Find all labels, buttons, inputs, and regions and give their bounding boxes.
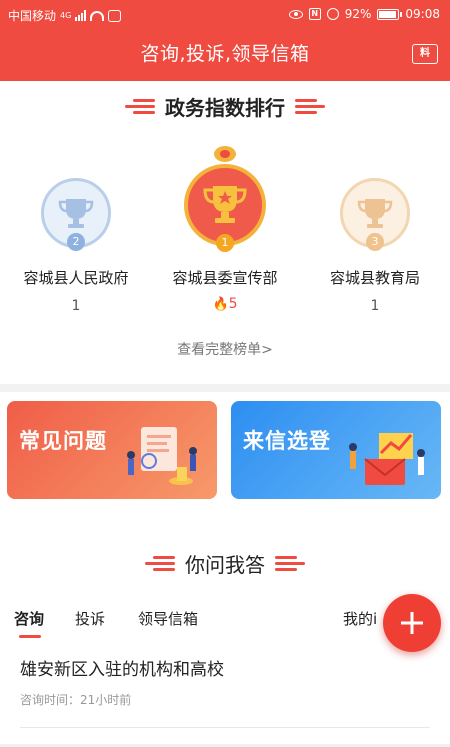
rank-name: 容城县人民政府 xyxy=(23,269,129,287)
flame-icon: 🔥 xyxy=(212,297,229,312)
qa-title: 你问我答 xyxy=(185,553,265,577)
view-full-ranking-link[interactable]: 查看完整榜单> xyxy=(0,339,450,359)
add-question-button[interactable] xyxy=(383,594,441,652)
faq-illustration-icon xyxy=(127,427,197,485)
letters-card-label: 来信选登 xyxy=(243,429,331,453)
faq-card-label: 常见问题 xyxy=(19,429,107,453)
rank-name: 容城县教育局 xyxy=(329,269,420,287)
crown-ornament-icon xyxy=(214,146,236,162)
rank-name: 容城县委宣传部 xyxy=(172,269,278,287)
clock: 09:08 xyxy=(405,7,440,21)
rank-score: 1 xyxy=(370,298,380,314)
title-decoration-right xyxy=(295,99,325,114)
rank-score-row: 🔥5 xyxy=(155,296,295,312)
trophy-icon xyxy=(203,186,247,223)
ranking-title: 政务指数排行 xyxy=(165,96,285,120)
carrier-label: 中国移动 xyxy=(8,9,57,23)
notification-app-icon xyxy=(108,9,122,22)
trophy-icon xyxy=(58,199,94,228)
faq-card[interactable]: 常见问题 xyxy=(7,401,217,499)
qa-item-title[interactable]: 雄安新区入驻的机构和高校 xyxy=(20,655,224,680)
ranking-section-title: 政务指数排行 xyxy=(0,92,450,121)
tab-leader-mailbox[interactable]: 领导信箱 xyxy=(138,608,198,629)
alarm-icon xyxy=(326,8,339,20)
news-icon[interactable]: 料 xyxy=(412,44,438,64)
page-title: 咨询,投诉,领导信箱 xyxy=(140,43,310,65)
letters-illustration-icon xyxy=(349,433,425,485)
nfc-icon: N xyxy=(308,8,321,20)
qa-item-meta: 咨询时间：21小时前 xyxy=(20,693,132,707)
eye-icon xyxy=(288,9,303,19)
rank-score: 5 xyxy=(228,296,238,312)
signal-icon xyxy=(75,10,87,21)
network-type: 4G xyxy=(60,11,72,20)
rank-item-2[interactable]: 2 容城县人民政府 1 xyxy=(6,178,146,314)
rank-badge: 1 xyxy=(216,234,234,252)
tab-mine[interactable]: 我的i xyxy=(343,608,377,629)
section-divider xyxy=(0,384,450,392)
letters-card[interactable]: 来信选登 xyxy=(231,401,441,499)
wifi-icon xyxy=(90,10,105,21)
qa-section-title: 你问我答 xyxy=(0,549,450,578)
title-decoration-left xyxy=(145,556,175,571)
title-decoration-left xyxy=(125,99,155,114)
tab-complaint[interactable]: 投诉 xyxy=(75,608,105,629)
tab-consult[interactable]: 咨询 xyxy=(14,608,44,629)
list-divider xyxy=(20,727,430,728)
battery-percent: 92% xyxy=(344,7,372,21)
title-decoration-right xyxy=(275,556,305,571)
rank-badge: 2 xyxy=(67,233,85,251)
rank-item-3[interactable]: 3 容城县教育局 1 xyxy=(305,178,445,314)
rank-score: 1 xyxy=(71,298,81,314)
trophy-icon xyxy=(357,199,393,228)
status-bar: 中国移动 4G N 92% 09:08 xyxy=(0,0,450,30)
active-tab-indicator xyxy=(19,635,41,638)
app-header: 中国移动 4G N 92% 09:08 咨询,投诉,领导信箱 料 xyxy=(0,0,450,81)
battery-icon xyxy=(377,8,403,20)
rank-badge: 3 xyxy=(366,233,384,251)
rank-item-1[interactable]: 1 容城县委宣传部 🔥5 xyxy=(155,146,295,312)
